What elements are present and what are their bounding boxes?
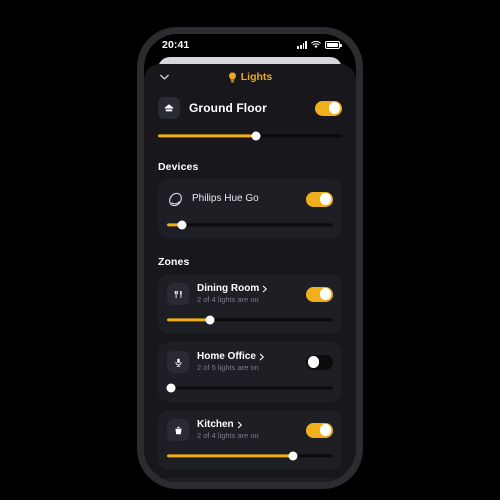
ground-floor-toggle[interactable] — [315, 100, 342, 116]
device-brightness-slider[interactable] — [167, 220, 333, 229]
zone-name: Dining Room — [197, 282, 260, 294]
lightbulb-icon — [228, 71, 236, 82]
status-bar: 20:41 — [144, 34, 356, 56]
chevron-right-icon — [237, 421, 242, 429]
battery-full-icon — [325, 41, 342, 49]
device-card-philips-hue-go: Philips Hue Go — [158, 179, 342, 239]
chevron-right-icon — [263, 285, 268, 293]
chevron-right-icon — [259, 353, 264, 361]
zone-card-kitchen: Kitchen 2 of 4 lights are on — [158, 410, 342, 470]
zone-brightness-slider[interactable] — [167, 451, 333, 460]
ground-floor-block: Ground Floor — [144, 90, 356, 152]
zone-card-dining-room: Dining Room 2 of 4 lights are on — [158, 274, 342, 334]
ground-floor-brightness-slider[interactable] — [158, 131, 342, 140]
wifi-icon — [311, 41, 321, 49]
zone-card-home-office: Home Office 2 of 5 lights are on — [158, 342, 342, 402]
chevron-down-icon[interactable] — [158, 71, 171, 84]
zone-row[interactable]: Dining Room 2 of 4 lights are on — [167, 282, 333, 306]
phone-device-frame: 20:41 Lights Ground Floor Devices Philip… — [137, 27, 363, 489]
home-icon — [158, 97, 180, 119]
zone-subtitle: 2 of 4 lights are on — [197, 431, 259, 441]
device-name: Philips Hue Go — [192, 193, 259, 204]
lights-bottom-sheet: Lights Ground Floor Devices Philips Hue … — [144, 64, 356, 482]
zone-subtitle: 2 of 4 lights are on — [197, 295, 259, 305]
zone-title[interactable]: Home Office — [197, 351, 298, 363]
ground-floor-row[interactable]: Ground Floor — [158, 93, 342, 123]
cellular-signal-icon — [297, 41, 307, 49]
sheet-title-text: Lights — [240, 71, 273, 83]
zone-row[interactable]: Kitchen 2 of 4 lights are on — [167, 418, 333, 442]
phone-screen: 20:41 Lights Ground Floor Devices Philip… — [144, 34, 356, 482]
hue-go-lamp-icon — [169, 192, 182, 206]
zone-name: Home Office — [197, 350, 256, 362]
zone-brightness-slider[interactable] — [167, 315, 333, 324]
status-indicators — [297, 41, 342, 49]
microphone-icon — [167, 351, 189, 373]
status-time: 20:41 — [162, 39, 190, 51]
zone-subtitle: 2 of 5 lights are on — [197, 363, 259, 373]
zone-brightness-slider[interactable] — [166, 383, 333, 392]
device-texts: Philips Hue Go — [192, 192, 298, 206]
zone-title[interactable]: Kitchen — [197, 419, 298, 431]
zones-section-label: Zones — [158, 256, 190, 268]
zone-toggle[interactable] — [306, 354, 333, 370]
zone-card-living-room: Living Room 2 of 5 lights are on — [158, 478, 342, 482]
devices-section-label: Devices — [158, 161, 199, 173]
zone-toggle[interactable] — [306, 422, 333, 438]
cooking-pot-icon — [167, 419, 189, 441]
ground-floor-name: Ground Floor — [189, 101, 267, 115]
sheet-header: Lights — [144, 64, 356, 90]
zone-toggle[interactable] — [306, 286, 333, 302]
device-row[interactable]: Philips Hue Go — [167, 187, 333, 211]
zone-texts: Kitchen 2 of 4 lights are on — [197, 419, 298, 442]
zone-texts: Home Office 2 of 5 lights are on — [197, 351, 298, 374]
sheet-title: Lights — [228, 71, 273, 83]
zone-row[interactable]: Home Office 2 of 5 lights are on — [167, 350, 333, 374]
screenshot-canvas: 20:41 Lights Ground Floor Devices Philip… — [0, 0, 500, 500]
zone-title[interactable]: Dining Room — [197, 283, 298, 295]
sheet-scroll-body[interactable]: Ground Floor Devices Philips Hue Go Zone… — [144, 90, 356, 482]
zone-name: Kitchen — [197, 418, 234, 430]
cutlery-icon — [167, 283, 189, 305]
device-toggle[interactable] — [306, 191, 333, 207]
zone-texts: Dining Room 2 of 4 lights are on — [197, 283, 298, 306]
